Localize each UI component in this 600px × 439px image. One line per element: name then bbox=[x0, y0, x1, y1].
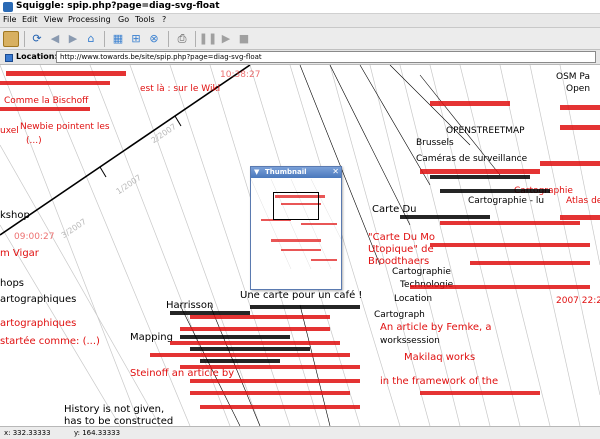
menu-processing[interactable]: Processing bbox=[68, 15, 111, 24]
menu-bar: File Edit View Processing Go Tools ? bbox=[0, 14, 600, 28]
layout-icon[interactable]: ▦ bbox=[110, 31, 126, 47]
home-icon[interactable]: ⌂ bbox=[83, 31, 99, 47]
location-bar: Location: bbox=[0, 50, 600, 65]
thumbnail-viewport[interactable] bbox=[273, 192, 319, 220]
graph-icon[interactable]: ⊗ bbox=[146, 31, 162, 47]
x-coordinate: x: 332.33333 bbox=[4, 429, 51, 437]
open-folder-icon[interactable] bbox=[3, 31, 19, 47]
app-icon bbox=[3, 2, 13, 12]
thumbnail-dropdown-icon[interactable]: ▼ bbox=[254, 168, 259, 176]
thumbnail-header[interactable]: ▼ Thumbnail ✕ bbox=[251, 167, 341, 178]
menu-file[interactable]: File bbox=[3, 15, 16, 24]
menu-view[interactable]: View bbox=[44, 15, 63, 24]
menu-edit[interactable]: Edit bbox=[22, 15, 38, 24]
toolbar: ⟳ ◀ ▶ ⌂ ▦ ⊞ ⊗ ⎙ ❚❚ ▶ ■ bbox=[0, 28, 600, 50]
stop-icon[interactable]: ■ bbox=[236, 31, 252, 47]
menu-help[interactable]: ? bbox=[162, 15, 166, 24]
thumbnail-panel[interactable]: ▼ Thumbnail ✕ bbox=[250, 166, 342, 290]
y-coordinate: y: 164.33333 bbox=[74, 429, 121, 437]
tree-icon[interactable]: ⊞ bbox=[128, 31, 144, 47]
menu-go[interactable]: Go bbox=[118, 15, 129, 24]
status-bar: x: 332.33333 y: 164.33333 bbox=[0, 426, 600, 439]
toolbar-separator bbox=[195, 31, 196, 47]
location-icon bbox=[5, 54, 13, 62]
thumbnail-close-icon[interactable]: ✕ bbox=[332, 167, 339, 176]
location-input[interactable] bbox=[56, 51, 596, 63]
back-icon[interactable]: ◀ bbox=[47, 31, 63, 47]
graph-canvas[interactable]: 1/2007 2/2007 3/2007 OSM Pa Open OPENSTR… bbox=[0, 65, 600, 426]
toolbar-separator bbox=[104, 31, 105, 47]
location-label: Location: bbox=[16, 52, 58, 61]
thumbnail-title: Thumbnail bbox=[265, 168, 307, 176]
forward-icon[interactable]: ▶ bbox=[65, 31, 81, 47]
play-icon[interactable]: ▶ bbox=[218, 31, 234, 47]
menu-tools[interactable]: Tools bbox=[135, 15, 155, 24]
pause-icon[interactable]: ❚❚ bbox=[199, 31, 217, 47]
toolbar-separator bbox=[24, 31, 25, 47]
title-bar: Squiggle: spip.php?page=diag-svg-float bbox=[0, 0, 600, 14]
reload-icon[interactable]: ⟳ bbox=[29, 31, 45, 47]
window-title: Squiggle: spip.php?page=diag-svg-float bbox=[16, 1, 220, 11]
toolbar-separator bbox=[168, 31, 169, 47]
print-icon[interactable]: ⎙ bbox=[174, 31, 190, 47]
